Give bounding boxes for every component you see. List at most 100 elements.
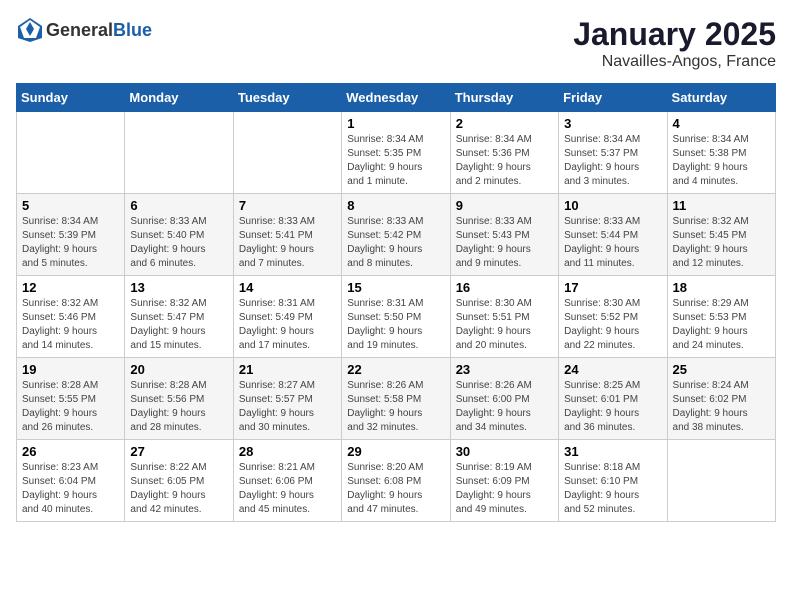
calendar-cell: 4Sunrise: 8:34 AM Sunset: 5:38 PM Daylig… xyxy=(667,112,775,194)
calendar-table: SundayMondayTuesdayWednesdayThursdayFrid… xyxy=(16,83,776,522)
calendar-cell: 25 Sunrise: 8:24 AM Sunset: 6:02 PM Dayli… xyxy=(667,358,775,440)
calendar-cell: 19 Sunrise: 8:28 AM Sunset: 5:55 PM Dayli… xyxy=(17,358,125,440)
calendar-cell: 14 Sunrise: 8:31 AM Sunset: 5:49 PM Dayli… xyxy=(233,276,341,358)
logo-icon xyxy=(16,16,44,44)
day-number: 10 xyxy=(564,198,661,213)
day-info: Sunrise: 8:29 AM Sunset: 5:53 PM Dayligh… xyxy=(673,297,770,353)
weekday-header-thursday: Thursday xyxy=(450,84,558,112)
day-number: 13 xyxy=(130,280,227,295)
week-row-2: 5 Sunrise: 8:34 AM Sunset: 5:39 PM Daylig… xyxy=(17,194,776,276)
day-number: 28 xyxy=(239,444,336,459)
day-info: Sunrise: 8:18 AM Sunset: 6:10 PM Dayligh… xyxy=(564,461,661,517)
day-number: 12 xyxy=(22,280,119,295)
day-info: Sunrise: 8:26 AM Sunset: 5:58 PM Dayligh… xyxy=(347,379,444,435)
day-info: Sunrise: 8:27 AM Sunset: 5:57 PM Dayligh… xyxy=(239,379,336,435)
day-info: Sunrise: 8:20 AM Sunset: 6:08 PM Dayligh… xyxy=(347,461,444,517)
day-number: 5 xyxy=(22,198,119,213)
calendar-cell: 27Sunrise: 8:22 AM Sunset: 6:05 PM Dayli… xyxy=(125,440,233,522)
weekday-header-row: SundayMondayTuesdayWednesdayThursdayFrid… xyxy=(17,84,776,112)
day-number: 11 xyxy=(673,198,770,213)
day-number: 21 xyxy=(239,362,336,377)
day-number: 17 xyxy=(564,280,661,295)
day-number: 30 xyxy=(456,444,553,459)
calendar-cell: 17 Sunrise: 8:30 AM Sunset: 5:52 PM Dayli… xyxy=(559,276,667,358)
calendar-cell: 15 Sunrise: 8:31 AM Sunset: 5:50 PM Dayli… xyxy=(342,276,450,358)
calendar-cell: 6Sunrise: 8:33 AM Sunset: 5:40 PM Daylig… xyxy=(125,194,233,276)
day-info: Sunrise: 8:24 AM Sunset: 6:02 PM Dayligh… xyxy=(673,379,770,435)
day-info: Sunrise: 8:34 AM Sunset: 5:37 PM Dayligh… xyxy=(564,133,661,189)
logo-general: General xyxy=(46,20,113,40)
day-number: 9 xyxy=(456,198,553,213)
day-info: Sunrise: 8:32 AM Sunset: 5:45 PM Dayligh… xyxy=(673,215,770,271)
day-info: Sunrise: 8:33 AM Sunset: 5:42 PM Dayligh… xyxy=(347,215,444,271)
calendar-cell: 29Sunrise: 8:20 AM Sunset: 6:08 PM Dayli… xyxy=(342,440,450,522)
day-number: 27 xyxy=(130,444,227,459)
day-info: Sunrise: 8:33 AM Sunset: 5:44 PM Dayligh… xyxy=(564,215,661,271)
day-info: Sunrise: 8:33 AM Sunset: 5:41 PM Dayligh… xyxy=(239,215,336,271)
logo-blue: Blue xyxy=(113,20,152,40)
week-row-3: 12Sunrise: 8:32 AM Sunset: 5:46 PM Dayli… xyxy=(17,276,776,358)
calendar-cell: 3 Sunrise: 8:34 AM Sunset: 5:37 PM Daylig… xyxy=(559,112,667,194)
day-info: Sunrise: 8:34 AM Sunset: 5:36 PM Dayligh… xyxy=(456,133,553,189)
calendar-cell: 26 Sunrise: 8:23 AM Sunset: 6:04 PM Dayli… xyxy=(17,440,125,522)
calendar-cell: 28 Sunrise: 8:21 AM Sunset: 6:06 PM Dayli… xyxy=(233,440,341,522)
day-number: 22 xyxy=(347,362,444,377)
calendar-cell: 18Sunrise: 8:29 AM Sunset: 5:53 PM Dayli… xyxy=(667,276,775,358)
day-info: Sunrise: 8:26 AM Sunset: 6:00 PM Dayligh… xyxy=(456,379,553,435)
calendar-cell: 13 Sunrise: 8:32 AM Sunset: 5:47 PM Dayli… xyxy=(125,276,233,358)
day-info: Sunrise: 8:31 AM Sunset: 5:49 PM Dayligh… xyxy=(239,297,336,353)
day-info: Sunrise: 8:28 AM Sunset: 5:56 PM Dayligh… xyxy=(130,379,227,435)
calendar-cell: 22 Sunrise: 8:26 AM Sunset: 5:58 PM Dayli… xyxy=(342,358,450,440)
day-number: 8 xyxy=(347,198,444,213)
calendar-cell xyxy=(125,112,233,194)
calendar-cell: 12Sunrise: 8:32 AM Sunset: 5:46 PM Dayli… xyxy=(17,276,125,358)
day-info: Sunrise: 8:34 AM Sunset: 5:38 PM Dayligh… xyxy=(673,133,770,189)
day-info: Sunrise: 8:19 AM Sunset: 6:09 PM Dayligh… xyxy=(456,461,553,517)
day-number: 1 xyxy=(347,116,444,131)
title-block: January 2025 Navailles-Angos, France xyxy=(573,16,776,71)
calendar-cell: 1 Sunrise: 8:34 AM Sunset: 5:35 PM Daylig… xyxy=(342,112,450,194)
day-number: 19 xyxy=(22,362,119,377)
day-number: 20 xyxy=(130,362,227,377)
day-info: Sunrise: 8:21 AM Sunset: 6:06 PM Dayligh… xyxy=(239,461,336,517)
day-info: Sunrise: 8:34 AM Sunset: 5:39 PM Dayligh… xyxy=(22,215,119,271)
day-number: 15 xyxy=(347,280,444,295)
calendar-cell: 30 Sunrise: 8:19 AM Sunset: 6:09 PM Dayli… xyxy=(450,440,558,522)
weekday-header-wednesday: Wednesday xyxy=(342,84,450,112)
day-info: Sunrise: 8:30 AM Sunset: 5:52 PM Dayligh… xyxy=(564,297,661,353)
day-info: Sunrise: 8:23 AM Sunset: 6:04 PM Dayligh… xyxy=(22,461,119,517)
day-number: 26 xyxy=(22,444,119,459)
day-number: 16 xyxy=(456,280,553,295)
calendar-cell: 23Sunrise: 8:26 AM Sunset: 6:00 PM Dayli… xyxy=(450,358,558,440)
day-info: Sunrise: 8:34 AM Sunset: 5:35 PM Dayligh… xyxy=(347,133,444,189)
calendar-cell xyxy=(233,112,341,194)
calendar-cell: 16Sunrise: 8:30 AM Sunset: 5:51 PM Dayli… xyxy=(450,276,558,358)
calendar-cell: 21 Sunrise: 8:27 AM Sunset: 5:57 PM Dayli… xyxy=(233,358,341,440)
day-number: 31 xyxy=(564,444,661,459)
day-number: 25 xyxy=(673,362,770,377)
day-info: Sunrise: 8:33 AM Sunset: 5:40 PM Dayligh… xyxy=(130,215,227,271)
weekday-header-saturday: Saturday xyxy=(667,84,775,112)
calendar-cell: 10 Sunrise: 8:33 AM Sunset: 5:44 PM Dayli… xyxy=(559,194,667,276)
day-number: 2 xyxy=(456,116,553,131)
day-info: Sunrise: 8:28 AM Sunset: 5:55 PM Dayligh… xyxy=(22,379,119,435)
week-row-1: 1 Sunrise: 8:34 AM Sunset: 5:35 PM Daylig… xyxy=(17,112,776,194)
weekday-header-friday: Friday xyxy=(559,84,667,112)
day-number: 14 xyxy=(239,280,336,295)
calendar-cell: 7Sunrise: 8:33 AM Sunset: 5:41 PM Daylig… xyxy=(233,194,341,276)
calendar-cell xyxy=(17,112,125,194)
week-row-4: 19 Sunrise: 8:28 AM Sunset: 5:55 PM Dayli… xyxy=(17,358,776,440)
day-info: Sunrise: 8:32 AM Sunset: 5:47 PM Dayligh… xyxy=(130,297,227,353)
day-info: Sunrise: 8:25 AM Sunset: 6:01 PM Dayligh… xyxy=(564,379,661,435)
day-number: 3 xyxy=(564,116,661,131)
day-info: Sunrise: 8:31 AM Sunset: 5:50 PM Dayligh… xyxy=(347,297,444,353)
location-title: Navailles-Angos, France xyxy=(573,53,776,71)
weekday-header-monday: Monday xyxy=(125,84,233,112)
page-header: GeneralBlue January 2025 Navailles-Angos… xyxy=(16,16,776,71)
calendar-cell: 11 Sunrise: 8:32 AM Sunset: 5:45 PM Dayli… xyxy=(667,194,775,276)
weekday-header-sunday: Sunday xyxy=(17,84,125,112)
weekday-header-tuesday: Tuesday xyxy=(233,84,341,112)
week-row-5: 26 Sunrise: 8:23 AM Sunset: 6:04 PM Dayli… xyxy=(17,440,776,522)
calendar-cell: 5 Sunrise: 8:34 AM Sunset: 5:39 PM Daylig… xyxy=(17,194,125,276)
logo: GeneralBlue xyxy=(16,16,152,44)
